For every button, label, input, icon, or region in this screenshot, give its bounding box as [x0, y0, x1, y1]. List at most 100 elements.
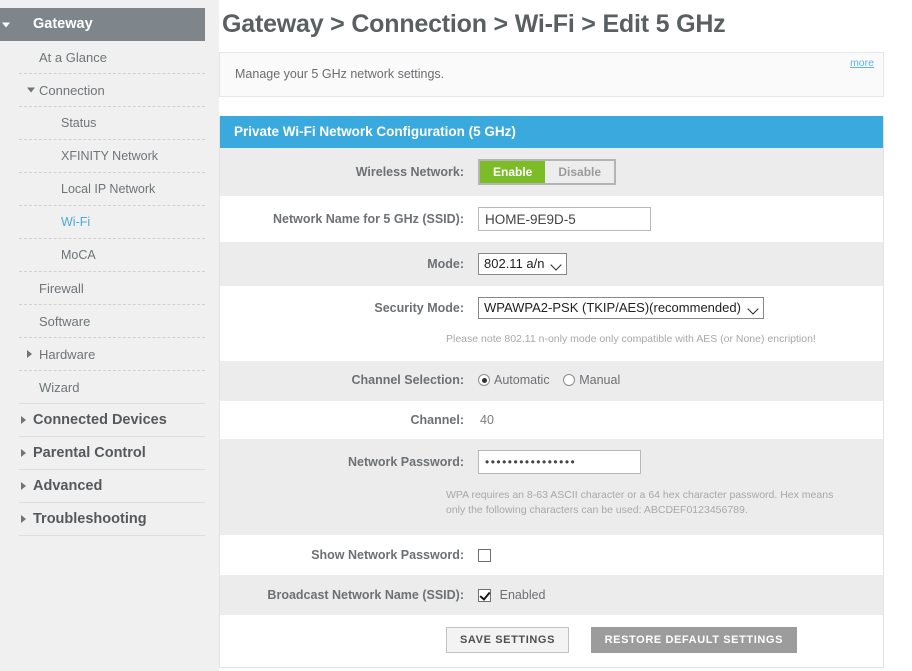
- sidebar-item-software[interactable]: Software: [19, 305, 205, 338]
- row-channel: Channel: 40: [220, 401, 883, 440]
- row-label-mode: Mode:: [427, 257, 464, 271]
- mode-select-value: 802.11 a/n: [484, 256, 545, 271]
- sidebar-item-connected-devices[interactable]: Connected Devices: [19, 404, 205, 437]
- sidebar-item-label: Connected Devices: [33, 412, 167, 428]
- sidebar: Gateway At a Glance Connection Status XF…: [0, 0, 219, 671]
- sidebar-item-label: Gateway: [33, 16, 93, 32]
- sidebar-item-label: Troubleshooting: [33, 511, 147, 527]
- show-password-checkbox[interactable]: [478, 548, 491, 562]
- row-network-password: Network Password:: [220, 439, 883, 479]
- sidebar-item-label: Parental Control: [33, 445, 146, 461]
- info-panel: Manage your 5 GHz network settings. more: [219, 52, 884, 97]
- chevron-right-icon: [27, 350, 32, 358]
- security-mode-select-value: WPAWPA2-PSK (TKIP/AES)(recommended): [484, 300, 741, 315]
- sidebar-item-label: Wi-Fi: [61, 215, 91, 229]
- restore-default-settings-button[interactable]: RESTORE DEFAULT SETTINGS: [590, 627, 798, 654]
- row-label-ssid: Network Name for 5 GHz (SSID):: [272, 212, 464, 226]
- security-mode-select[interactable]: WPAWPA2-PSK (TKIP/AES)(recommended): [478, 297, 764, 319]
- wireless-disable-button[interactable]: Disable: [545, 161, 615, 183]
- sidebar-item-xfinity-network[interactable]: XFINITY Network: [19, 140, 205, 173]
- row-show-network-password: Show Network Password:: [220, 534, 883, 575]
- sidebar-item-label: Wizard: [39, 380, 80, 395]
- sidebar-item-label: XFINITY Network: [61, 149, 159, 163]
- sidebar-item-at-a-glance[interactable]: At a Glance: [19, 41, 205, 74]
- row-field-broadcast-ssid: Enabled: [478, 588, 883, 603]
- sidebar-item-label: Firewall: [39, 281, 84, 296]
- sidebar-item-parental-control[interactable]: Parental Control: [19, 437, 205, 470]
- network-password-input[interactable]: [478, 450, 641, 475]
- row-field-channel: 40: [478, 412, 883, 428]
- security-mode-note-wrap: Please note 802.11 n-only mode only comp…: [220, 324, 883, 362]
- sidebar-item-moca[interactable]: MoCA: [19, 239, 205, 272]
- sidebar-item-label: At a Glance: [39, 50, 107, 65]
- sidebar-item-gateway[interactable]: Gateway: [0, 8, 205, 41]
- row-field-network-password: [478, 450, 883, 475]
- row-field-security-mode: WPAWPA2-PSK (TKIP/AES)(recommended): [478, 297, 883, 319]
- channel-manual-option[interactable]: Manual: [563, 372, 620, 388]
- channel-automatic-label: Automatic: [494, 373, 550, 388]
- info-panel-text: Manage your 5 GHz network settings.: [235, 67, 445, 81]
- row-field-show-network-password: [478, 548, 883, 562]
- sidebar-item-firewall[interactable]: Firewall: [19, 272, 205, 305]
- row-ssid: Network Name for 5 GHz (SSID):: [220, 196, 883, 242]
- radio-manual-icon[interactable]: [563, 374, 576, 387]
- row-label-channel: Channel:: [410, 413, 464, 428]
- channel-value: 40: [480, 413, 494, 428]
- sidebar-item-label: Software: [39, 314, 91, 329]
- save-settings-button[interactable]: SAVE SETTINGS: [446, 627, 569, 654]
- sidebar-nav: Gateway At a Glance Connection Status XF…: [0, 8, 205, 536]
- chevron-right-icon: [21, 416, 26, 424]
- card-header-title: Private Wi-Fi Network Configuration (5 G…: [220, 116, 883, 148]
- sidebar-item-troubleshooting[interactable]: Troubleshooting: [19, 503, 205, 536]
- row-label-channel-selection: Channel Selection:: [351, 373, 464, 388]
- form-actions: SAVE SETTINGS RESTORE DEFAULT SETTINGS: [220, 615, 883, 668]
- row-field-wireless-network: Enable Disable: [478, 159, 883, 185]
- channel-automatic-option[interactable]: Automatic: [478, 372, 550, 388]
- sidebar-item-wizard[interactable]: Wizard: [19, 371, 205, 404]
- channel-manual-label: Manual: [579, 373, 621, 388]
- sidebar-item-status[interactable]: Status: [19, 107, 205, 140]
- row-broadcast-ssid: Broadcast Network Name (SSID): Enabled: [220, 574, 883, 616]
- row-security-mode: Security Mode: WPAWPA2-PSK (TKIP/AES)(re…: [220, 286, 883, 324]
- row-field-ssid: [478, 207, 883, 231]
- chevron-right-icon: [21, 449, 26, 457]
- sidebar-item-label: MoCA: [61, 248, 96, 262]
- row-label-broadcast-ssid: Broadcast Network Name (SSID):: [267, 587, 464, 602]
- wireless-network-toggle[interactable]: Enable Disable: [478, 159, 617, 185]
- sidebar-item-label: Connection: [39, 83, 105, 98]
- row-label-show-network-password: Show Network Password:: [311, 547, 464, 562]
- breadcrumb: Gateway > Connection > Wi-Fi > Edit 5 GH…: [222, 10, 726, 38]
- chevron-down-icon: [2, 22, 10, 27]
- chevron-down-icon: [749, 305, 758, 314]
- wifi-config-card: Private Wi-Fi Network Configuration (5 G…: [219, 116, 884, 669]
- wireless-enable-button[interactable]: Enable: [480, 161, 546, 183]
- row-field-mode: 802.11 a/n: [478, 253, 883, 275]
- row-channel-selection: Channel Selection: Automatic Manual: [220, 361, 883, 402]
- sidebar-item-hardware[interactable]: Hardware: [19, 338, 205, 371]
- chevron-right-icon: [21, 515, 26, 523]
- sidebar-item-connection[interactable]: Connection: [19, 74, 205, 107]
- sidebar-item-local-ip-network[interactable]: Local IP Network: [19, 173, 205, 206]
- sidebar-item-advanced[interactable]: Advanced: [19, 470, 205, 503]
- network-password-note-wrap: WPA requires an 8-63 ASCII character or …: [220, 478, 883, 535]
- network-password-note: WPA requires an 8-63 ASCII character or …: [446, 489, 834, 517]
- row-label-wireless-network: Wireless Network:: [355, 165, 464, 179]
- broadcast-ssid-checkbox-label: Enabled: [499, 588, 546, 603]
- sidebar-item-wifi[interactable]: Wi-Fi: [19, 206, 205, 239]
- row-mode: Mode: 802.11 a/n: [220, 242, 883, 286]
- more-link[interactable]: more: [850, 57, 874, 69]
- sidebar-item-label: Local IP Network: [61, 182, 156, 196]
- row-label-network-password: Network Password:: [347, 455, 464, 470]
- mode-select[interactable]: 802.11 a/n: [478, 253, 568, 275]
- sidebar-item-label: Advanced: [33, 478, 103, 494]
- row-wireless-network: Wireless Network: Enable Disable: [220, 148, 883, 196]
- ssid-input[interactable]: [478, 207, 651, 231]
- radio-automatic-icon[interactable]: [478, 374, 490, 387]
- main-content: Gateway > Connection > Wi-Fi > Edit 5 GH…: [219, 0, 912, 671]
- chevron-down-icon: [27, 87, 35, 93]
- broadcast-ssid-checkbox[interactable]: [478, 588, 491, 602]
- row-field-channel-selection: Automatic Manual: [478, 372, 883, 390]
- row-label-security-mode: Security Mode:: [374, 301, 464, 315]
- page-root: Gateway At a Glance Connection Status XF…: [0, 0, 912, 671]
- sidebar-item-label: Hardware: [39, 347, 96, 362]
